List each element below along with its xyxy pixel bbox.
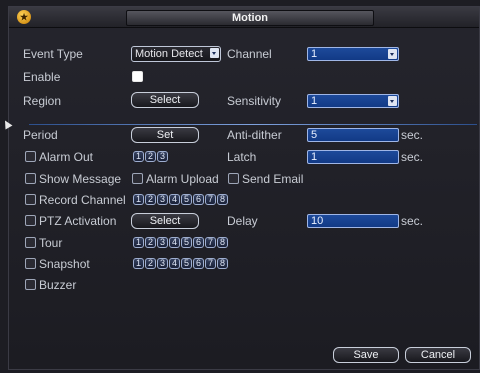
alarm-out-channels: 123	[133, 151, 168, 163]
period-set-button[interactable]: Set	[131, 127, 199, 143]
snapshot-channel-6[interactable]: 6	[193, 258, 204, 269]
record-channel-3[interactable]: 3	[157, 194, 168, 205]
tour-checkbox[interactable]	[25, 237, 36, 248]
tour-channel-5[interactable]: 5	[181, 237, 192, 248]
latch-label: Latch	[227, 150, 257, 164]
send-email-label: Send Email	[242, 172, 304, 186]
record-channel-checkbox[interactable]	[25, 194, 36, 205]
tour-label: Tour	[39, 236, 63, 250]
anti-dither-unit: sec.	[401, 128, 424, 142]
chevron-down-icon	[388, 49, 397, 59]
record-channel-2[interactable]: 2	[145, 194, 156, 205]
event-type-label: Event Type	[23, 47, 83, 61]
snapshot-label: Snapshot	[39, 257, 90, 271]
alarm-out-channel-1[interactable]: 1	[133, 151, 144, 162]
record-channels: 12345678	[133, 194, 228, 206]
record-channel-8[interactable]: 8	[217, 194, 228, 205]
show-message-checkbox[interactable]	[25, 173, 36, 184]
alarm-out-channel-2[interactable]: 2	[145, 151, 156, 162]
snapshot-checkbox[interactable]	[25, 258, 36, 269]
channel-label: Channel	[227, 47, 272, 61]
alarm-out-checkbox[interactable]	[25, 151, 36, 162]
event-type-value: Motion Detect	[135, 48, 203, 60]
cancel-button[interactable]: Cancel	[405, 347, 471, 363]
record-channel-4[interactable]: 4	[169, 194, 180, 205]
snapshot-channel-5[interactable]: 5	[181, 258, 192, 269]
tour-channels: 12345678	[133, 237, 228, 249]
sensitivity-value: 1	[311, 95, 318, 107]
tour-channel-1[interactable]: 1	[133, 237, 144, 248]
alarm-out-label: Alarm Out	[39, 150, 94, 164]
record-channel-label: Record Channel	[39, 193, 126, 207]
anti-dither-label: Anti-dither	[227, 128, 282, 142]
record-channel-1[interactable]: 1	[133, 194, 144, 205]
delay-unit: sec.	[401, 214, 424, 228]
snapshot-channel-4[interactable]: 4	[169, 258, 180, 269]
delay-input[interactable]: 10	[307, 214, 399, 228]
chevron-down-icon	[388, 96, 397, 106]
snapshot-channels: 12345678	[133, 258, 228, 270]
show-message-label: Show Message	[39, 172, 122, 186]
channel-dropdown[interactable]: 1	[307, 47, 399, 61]
tour-channel-3[interactable]: 3	[157, 237, 168, 248]
sensitivity-dropdown[interactable]: 1	[307, 94, 399, 108]
record-channel-5[interactable]: 5	[181, 194, 192, 205]
ptz-activation-checkbox[interactable]	[25, 215, 36, 226]
channel-value: 1	[311, 48, 318, 60]
region-select-button[interactable]: Select	[131, 92, 199, 108]
alarm-upload-checkbox[interactable]	[132, 173, 143, 184]
tour-channel-2[interactable]: 2	[145, 237, 156, 248]
event-type-dropdown[interactable]: Motion Detect	[131, 46, 221, 62]
dvr-logo-icon: ★	[17, 10, 31, 24]
record-channel-6[interactable]: 6	[193, 194, 204, 205]
title-bar: ★ Motion	[9, 7, 479, 28]
chevron-down-icon	[210, 48, 219, 58]
tour-channel-4[interactable]: 4	[169, 237, 180, 248]
snapshot-channel-8[interactable]: 8	[217, 258, 228, 269]
alarm-upload-label: Alarm Upload	[146, 172, 219, 186]
latch-unit: sec.	[401, 150, 424, 164]
snapshot-channel-7[interactable]: 7	[205, 258, 216, 269]
dialog-title: Motion	[126, 10, 374, 26]
ptz-activation-label: PTZ Activation	[39, 214, 117, 228]
region-label: Region	[23, 94, 62, 108]
buzzer-checkbox[interactable]	[25, 279, 36, 290]
snapshot-channel-2[interactable]: 2	[145, 258, 156, 269]
motion-dialog: ★ Motion Event Type Motion Detect Channe…	[8, 6, 480, 370]
send-email-checkbox[interactable]	[228, 173, 239, 184]
period-label: Period	[23, 128, 58, 142]
enable-checkbox[interactable]	[132, 71, 143, 82]
latch-input[interactable]: 1	[307, 150, 399, 164]
anti-dither-input[interactable]: 5	[307, 128, 399, 142]
alarm-out-channel-3[interactable]: 3	[157, 151, 168, 162]
tour-channel-8[interactable]: 8	[217, 237, 228, 248]
sensitivity-label: Sensitivity	[227, 94, 282, 108]
save-button[interactable]: Save	[333, 347, 399, 363]
record-channel-7[interactable]: 7	[205, 194, 216, 205]
snapshot-channel-3[interactable]: 3	[157, 258, 168, 269]
tour-channel-6[interactable]: 6	[193, 237, 204, 248]
buzzer-label: Buzzer	[39, 278, 77, 292]
delay-label: Delay	[227, 214, 258, 228]
enable-label: Enable	[23, 70, 61, 84]
section-divider	[29, 124, 477, 125]
tour-channel-7[interactable]: 7	[205, 237, 216, 248]
snapshot-channel-1[interactable]: 1	[133, 258, 144, 269]
ptz-select-button[interactable]: Select	[131, 213, 199, 229]
